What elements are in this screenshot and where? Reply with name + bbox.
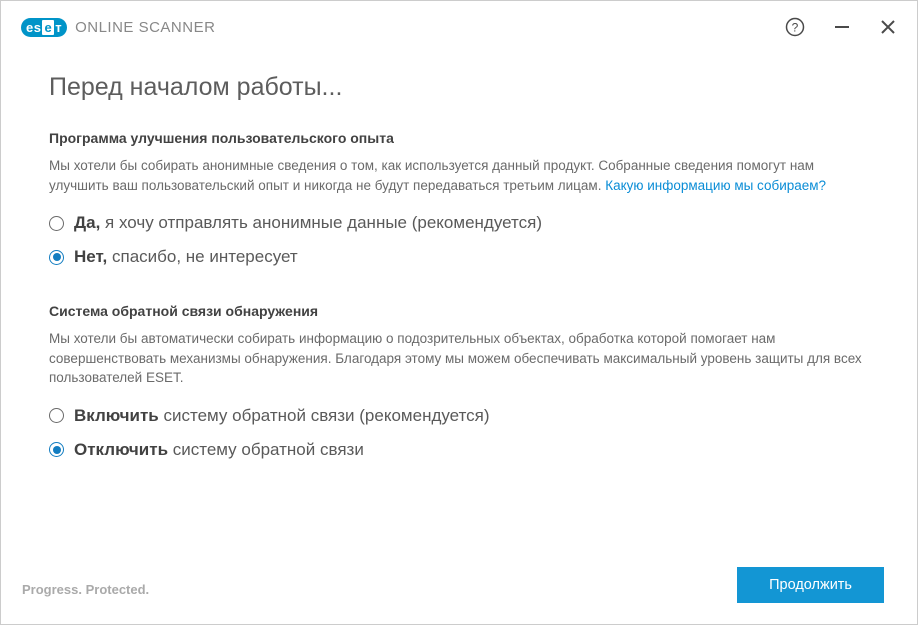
radio-group-feedback: Включить систему обратной связи (рекомен…: [49, 406, 869, 460]
brand-area: eseт ONLINE SCANNER: [21, 18, 215, 37]
window-controls: ?: [785, 17, 897, 37]
main-content: Перед началом работы... Программа улучше…: [1, 49, 917, 460]
svg-text:?: ?: [792, 21, 799, 35]
info-link[interactable]: Какую информацию мы собираем?: [605, 178, 826, 193]
radio-icon: [49, 216, 64, 231]
section-heading: Система обратной связи обнаружения: [49, 303, 869, 319]
radio-group-anon-data: Да, я хочу отправлять анонимные данные (…: [49, 213, 869, 267]
radio-option-no[interactable]: Нет, спасибо, не интересует: [49, 247, 869, 267]
radio-label: Включить систему обратной связи (рекомен…: [74, 406, 490, 426]
section-description: Мы хотели бы собирать анонимные сведения…: [49, 156, 869, 195]
radio-icon: [49, 408, 64, 423]
radio-label: Отключить систему обратной связи: [74, 440, 364, 460]
titlebar: eseт ONLINE SCANNER ?: [1, 1, 917, 49]
section-customer-experience: Программа улучшения пользовательского оп…: [49, 130, 869, 267]
product-name: ONLINE SCANNER: [75, 19, 215, 36]
radio-label: Да, я хочу отправлять анонимные данные (…: [74, 213, 542, 233]
page-title: Перед началом работы...: [49, 73, 869, 102]
continue-button[interactable]: Продолжить: [737, 567, 884, 603]
minimize-icon[interactable]: [833, 18, 851, 36]
close-icon[interactable]: [879, 18, 897, 36]
section-description: Мы хотели бы автоматически собирать инфо…: [49, 329, 869, 388]
eset-logo: eseт: [21, 18, 67, 37]
footer: Progress. Protected. Продолжить: [0, 553, 918, 625]
section-feedback-system: Система обратной связи обнаружения Мы хо…: [49, 303, 869, 460]
radio-icon-selected: [49, 442, 64, 457]
radio-label: Нет, спасибо, не интересует: [74, 247, 298, 267]
brand-tagline: Progress. Protected.: [22, 582, 149, 597]
section-heading: Программа улучшения пользовательского оп…: [49, 130, 869, 146]
radio-option-yes[interactable]: Да, я хочу отправлять анонимные данные (…: [49, 213, 869, 233]
radio-icon-selected: [49, 250, 64, 265]
radio-option-enable[interactable]: Включить систему обратной связи (рекомен…: [49, 406, 869, 426]
radio-option-disable[interactable]: Отключить систему обратной связи: [49, 440, 869, 460]
help-icon[interactable]: ?: [785, 17, 805, 37]
